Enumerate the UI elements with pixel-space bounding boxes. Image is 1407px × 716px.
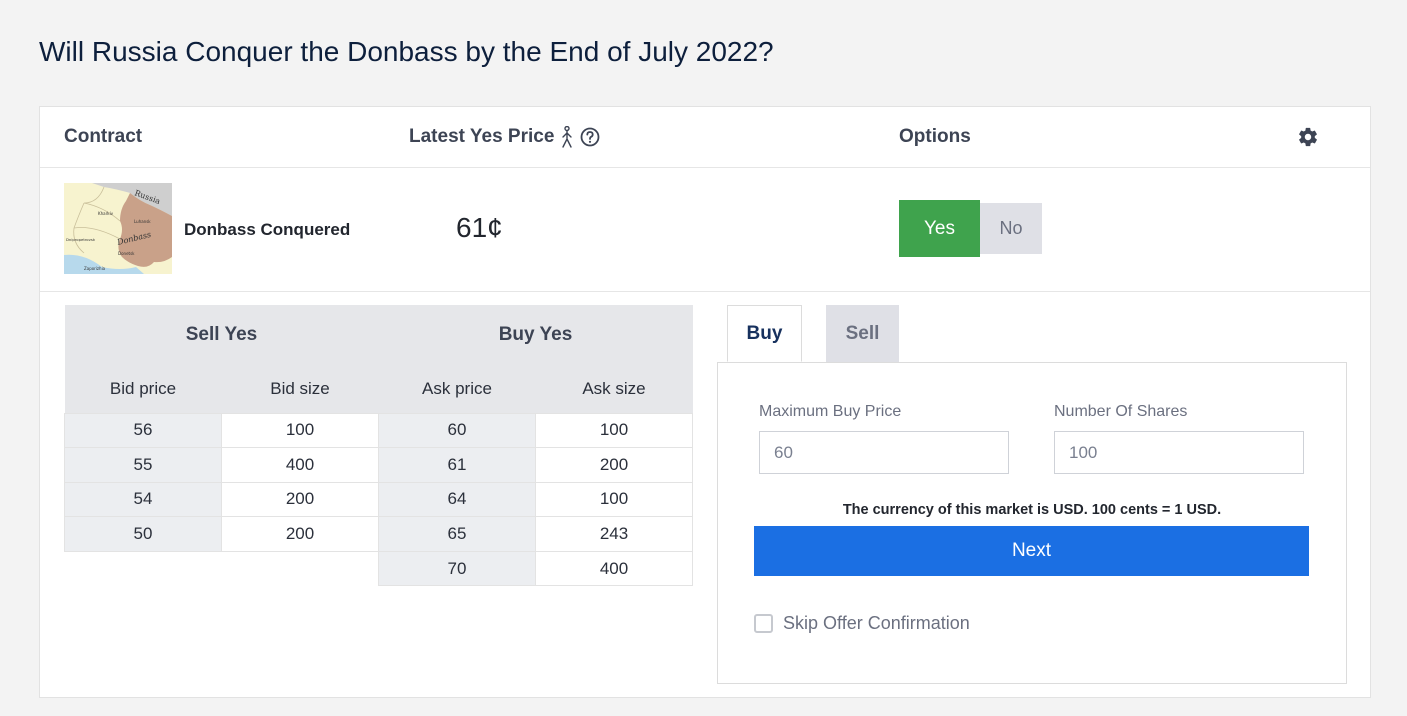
page-title: Will Russia Conquer the Donbass by the E… [39, 36, 774, 67]
bid-price-cell[interactable]: 56 [64, 412, 222, 449]
number-of-shares-input[interactable] [1054, 431, 1304, 474]
max-buy-price-label: Maximum Buy Price [759, 403, 902, 420]
contract-name: Donbass Conquered [184, 220, 351, 239]
no-button[interactable]: No [980, 203, 1042, 254]
header-latest-price-label: Latest Yes Price [409, 126, 555, 147]
donbass-map-image: Russia Kharkiv Luhansk Dnipropetrovsk Do… [64, 183, 172, 274]
table-row: 56 100 60 100 [64, 412, 693, 449]
max-buy-price-input[interactable] [759, 431, 1009, 474]
empty-cell [65, 551, 222, 586]
ask-size-cell: 100 [535, 412, 693, 449]
ask-size-cell: 200 [535, 447, 693, 483]
skip-confirmation-checkbox[interactable] [754, 614, 773, 633]
col-bid-size: Bid size [221, 365, 379, 413]
help-icon[interactable] [580, 127, 600, 147]
contract-header-row: Contract Latest Yes Price Options [40, 107, 1370, 168]
map-label-zaporizhia: Zaporizhia [84, 266, 106, 271]
sell-yes-header: Sell Yes [64, 305, 379, 365]
bid-price-cell[interactable]: 50 [64, 516, 222, 552]
bid-size-cell: 400 [221, 447, 379, 483]
contract-row: Russia Kharkiv Luhansk Dnipropetrovsk Do… [40, 168, 1370, 292]
latest-yes-price: 61¢ [456, 212, 503, 243]
table-row: 70 400 [65, 550, 693, 587]
tab-buy[interactable]: Buy [727, 305, 802, 362]
market-card: Contract Latest Yes Price Options Russia… [39, 106, 1371, 698]
map-label-donetsk: Donetsk [118, 251, 135, 256]
table-row: 55 400 61 200 [64, 447, 693, 483]
number-of-shares-label: Number Of Shares [1054, 403, 1188, 420]
table-row: 50 200 65 243 [64, 516, 693, 552]
empty-cell [222, 551, 379, 586]
ask-size-cell: 400 [535, 550, 693, 587]
order-book: Sell Yes Buy Yes Bid price Bid size Ask … [64, 305, 693, 587]
ask-size-cell: 243 [535, 516, 693, 552]
col-ask-price: Ask price [378, 365, 536, 413]
buy-panel: Maximum Buy Price Number Of Shares The c… [717, 362, 1347, 684]
walking-person-icon [562, 126, 573, 148]
gear-icon[interactable] [1297, 126, 1319, 148]
ask-price-cell[interactable]: 60 [378, 412, 536, 449]
tab-sell[interactable]: Sell [826, 305, 899, 362]
bid-size-cell: 200 [221, 481, 379, 518]
bid-price-cell[interactable]: 54 [64, 481, 222, 518]
col-bid-price: Bid price [64, 365, 222, 413]
skip-confirmation-label[interactable]: Skip Offer Confirmation [783, 613, 970, 634]
map-label-dnipro: Dnipropetrovsk [66, 237, 96, 242]
ask-price-cell[interactable]: 70 [378, 550, 536, 587]
bid-size-cell: 100 [221, 412, 379, 449]
buy-yes-header: Buy Yes [378, 305, 693, 365]
skip-confirmation[interactable]: Skip Offer Confirmation [754, 613, 970, 634]
ask-price-cell[interactable]: 61 [378, 447, 536, 483]
map-label-kharkiv: Kharkiv [98, 211, 114, 216]
col-ask-size: Ask size [535, 365, 693, 413]
header-contract: Contract [64, 126, 143, 147]
ask-price-cell[interactable]: 64 [378, 481, 536, 518]
ask-price-cell[interactable]: 65 [378, 516, 536, 552]
header-options: Options [899, 126, 971, 147]
next-button[interactable]: Next [754, 526, 1309, 576]
bid-size-cell: 200 [221, 516, 379, 552]
map-label-luhansk: Luhansk [134, 219, 151, 224]
currency-note: The currency of this market is USD. 100 … [842, 502, 1222, 518]
yes-button[interactable]: Yes [899, 200, 980, 257]
ask-size-cell: 100 [535, 481, 693, 518]
order-book-table: Sell Yes Buy Yes Bid price Bid size Ask … [64, 305, 693, 587]
bid-price-cell[interactable]: 55 [64, 447, 222, 483]
table-row: 54 200 64 100 [64, 481, 693, 518]
header-latest-price: Latest Yes Price [409, 126, 600, 148]
